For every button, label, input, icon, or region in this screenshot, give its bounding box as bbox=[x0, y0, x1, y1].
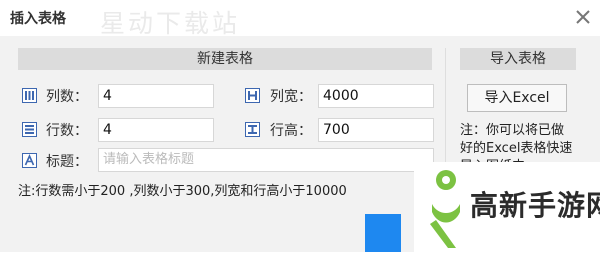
watermark-text: 星动下载站 bbox=[100, 9, 241, 38]
logo-mark-icon bbox=[424, 164, 468, 254]
limits-note: 注:行数需小于200 ,列数小于300,列宽和行高小于10000 bbox=[18, 184, 347, 199]
table-title-input[interactable]: 请输入表格标题 bbox=[98, 148, 434, 172]
columns-label: 列数： bbox=[46, 89, 88, 105]
import-table-header: 导入表格 bbox=[460, 48, 576, 70]
row-height-label: 行高： bbox=[270, 123, 312, 139]
rows-icon bbox=[22, 122, 37, 137]
row-height-icon bbox=[245, 122, 260, 137]
column-width-label: 列宽： bbox=[270, 89, 312, 105]
import-note-line: 注：你可以将已做 bbox=[460, 123, 565, 138]
columns-input[interactable]: 4 bbox=[98, 84, 214, 108]
site-logo: 高新手游网 bbox=[414, 162, 600, 252]
column-width-icon bbox=[245, 88, 260, 103]
rows-input[interactable]: 4 bbox=[98, 118, 214, 142]
title-icon bbox=[22, 153, 37, 168]
import-note-line: 好的Excel表格快速 bbox=[460, 141, 573, 156]
dialog-titlebar: 插入表格 星动下载站 bbox=[0, 0, 600, 38]
site-logo-text: 高新手游网 bbox=[470, 189, 600, 222]
rows-label: 行数： bbox=[46, 123, 88, 139]
row-height-input[interactable]: 700 bbox=[318, 118, 434, 142]
column-width-input[interactable]: 4000 bbox=[318, 84, 434, 108]
import-excel-button[interactable]: 导入Excel bbox=[467, 84, 567, 112]
columns-icon bbox=[22, 88, 37, 103]
confirm-button[interactable] bbox=[365, 214, 401, 252]
new-table-header: 新建表格 bbox=[18, 48, 432, 70]
dialog-title: 插入表格 bbox=[10, 11, 66, 27]
title-label: 标题： bbox=[46, 154, 88, 170]
close-icon[interactable] bbox=[572, 6, 594, 28]
